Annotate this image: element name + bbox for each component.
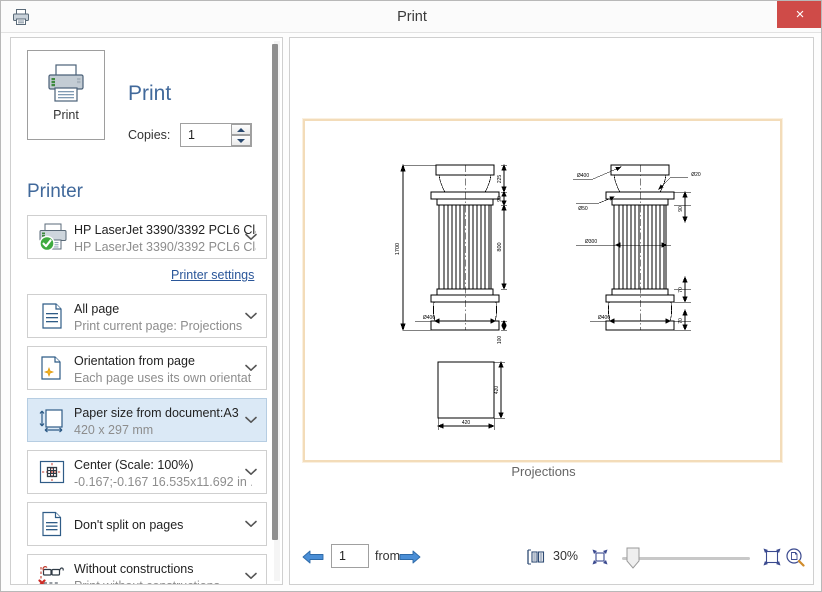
printer-select[interactable]: HP LaserJet 3390/3392 PCL6 Clas... HP La… — [27, 215, 267, 259]
preview-page-caption: Projections — [511, 464, 576, 479]
settings-scroll-area: Print Print Copies: Printer — [11, 38, 282, 584]
option-constructions[interactable]: Without constructions Print without cons… — [27, 554, 267, 584]
printer-status: HP LaserJet 3390/3392 PCL6 Clas... — [74, 240, 256, 254]
print-button[interactable]: Print — [27, 50, 105, 140]
option-split-pages[interactable]: Don't split on pages — [27, 502, 267, 546]
svg-text:Ø400: Ø400 — [577, 173, 589, 179]
fit-width-icon[interactable] — [526, 547, 546, 567]
settings-scrollbar-track[interactable] — [272, 41, 280, 581]
chevron-down-icon — [245, 572, 257, 580]
settings-scrollbar-thumb[interactable] — [272, 44, 278, 540]
copies-stepper[interactable] — [180, 123, 252, 147]
option-split-pages-title: Don't split on pages — [74, 518, 184, 532]
zoom-level-label: 30% — [553, 549, 579, 563]
center-scale-icon — [37, 457, 67, 487]
svg-text:225: 225 — [497, 175, 503, 184]
printer-icon — [28, 62, 104, 104]
option-placement-scale-subtitle: -0.167;-0.167 16.535x11.692 in ... — [74, 475, 252, 489]
option-constructions-subtitle: Print without constructions — [74, 579, 252, 584]
svg-text:420: 420 — [462, 420, 471, 426]
print-section-heading: Print — [128, 82, 172, 105]
svg-text:Ø300: Ø300 — [585, 239, 597, 245]
option-constructions-title: Without constructions — [74, 562, 194, 576]
option-placement-scale[interactable]: Center (Scale: 100%) -0.167;-0.167 16.53… — [27, 450, 267, 494]
arrow-left-icon[interactable] — [301, 547, 325, 567]
page-number-field[interactable] — [331, 544, 369, 568]
from-label: from — [375, 549, 400, 563]
option-page-range[interactable]: All page Print current page: Projections — [27, 294, 267, 338]
zoom-region-icon[interactable] — [785, 547, 805, 567]
chevron-down-icon — [245, 468, 257, 476]
copies-input[interactable] — [181, 124, 231, 146]
preview-panel: 1700 225 90 800 100 Ø400 Ø400 Ø20 Ø50 Ø3… — [289, 37, 814, 585]
glasses-no-constructions-icon — [37, 561, 67, 584]
svg-text:420: 420 — [494, 386, 500, 395]
arrow-right-icon[interactable] — [398, 547, 422, 567]
copies-increment-button[interactable] — [231, 124, 251, 135]
option-page-range-subtitle: Print current page: Projections — [74, 319, 243, 333]
preview-toolbar: from 30% — [290, 533, 813, 584]
option-placement-scale-title: Center (Scale: 100%) — [74, 458, 194, 472]
svg-text:70: 70 — [678, 318, 684, 324]
svg-text:Ø50: Ø50 — [578, 206, 588, 212]
svg-text:1700: 1700 — [395, 243, 401, 255]
printer-settings-link[interactable]: Printer settings — [171, 268, 254, 282]
zoom-slider-thumb[interactable] — [626, 547, 640, 569]
copies-label: Copies: — [128, 128, 171, 142]
zoom-out-icon[interactable] — [590, 547, 610, 567]
page-orientation-icon — [37, 353, 67, 383]
chevron-down-icon — [245, 364, 257, 372]
option-paper-size[interactable]: Paper size from document:A3 420 x 297 mm — [27, 398, 267, 442]
document-lines-icon — [37, 301, 67, 331]
copies-decrement-button[interactable] — [231, 135, 251, 146]
option-orientation-subtitle: Each page uses its own orientation — [74, 371, 252, 385]
chevron-down-icon — [245, 520, 257, 528]
settings-panel: Print Print Copies: Printer — [10, 37, 283, 585]
svg-text:70: 70 — [678, 287, 684, 293]
svg-text:100: 100 — [497, 336, 503, 345]
svg-text:Ø400: Ø400 — [598, 315, 610, 321]
option-paper-size-title: Paper size from document:A3 — [74, 406, 239, 420]
printer-section-heading: Printer — [27, 181, 83, 202]
split-pages-icon — [37, 509, 67, 539]
zoom-slider-track[interactable] — [622, 557, 750, 560]
svg-text:Ø400: Ø400 — [423, 315, 435, 321]
preview-page[interactable]: 1700 225 90 800 100 Ø400 Ø400 Ø20 Ø50 Ø3… — [303, 119, 782, 462]
close-button[interactable]: × — [777, 1, 821, 28]
title-bar: Print × — [1, 1, 821, 33]
chevron-down-icon — [245, 312, 257, 320]
svg-text:90: 90 — [678, 206, 684, 212]
printer-ok-icon — [37, 222, 67, 252]
option-orientation-title: Orientation from page — [74, 354, 195, 368]
printer-name: HP LaserJet 3390/3392 PCL6 Clas... — [74, 223, 256, 237]
zoom-in-icon[interactable] — [762, 547, 782, 567]
paper-size-icon — [37, 405, 67, 435]
chevron-down-icon — [245, 233, 257, 241]
svg-text:90: 90 — [497, 196, 503, 202]
window-title: Print — [397, 9, 427, 25]
option-orientation[interactable]: Orientation from page Each page uses its… — [27, 346, 267, 390]
page-number-input[interactable] — [332, 545, 368, 567]
chevron-down-icon — [245, 416, 257, 424]
option-paper-size-subtitle: 420 x 297 mm — [74, 423, 154, 437]
option-page-range-title: All page — [74, 302, 120, 316]
print-dialog-window: Print × Print Print Copies: 1 Printer HP… — [0, 0, 822, 592]
cad-drawing-projections: 1700 225 90 800 100 Ø400 Ø400 Ø20 Ø50 Ø3… — [395, 163, 701, 430]
print-button-label: Print — [53, 108, 79, 122]
preview-page-content: 1700 225 90 800 100 Ø400 Ø400 Ø20 Ø50 Ø3… — [310, 126, 777, 457]
svg-text:800: 800 — [497, 242, 503, 251]
svg-text:Ø20: Ø20 — [691, 172, 701, 178]
